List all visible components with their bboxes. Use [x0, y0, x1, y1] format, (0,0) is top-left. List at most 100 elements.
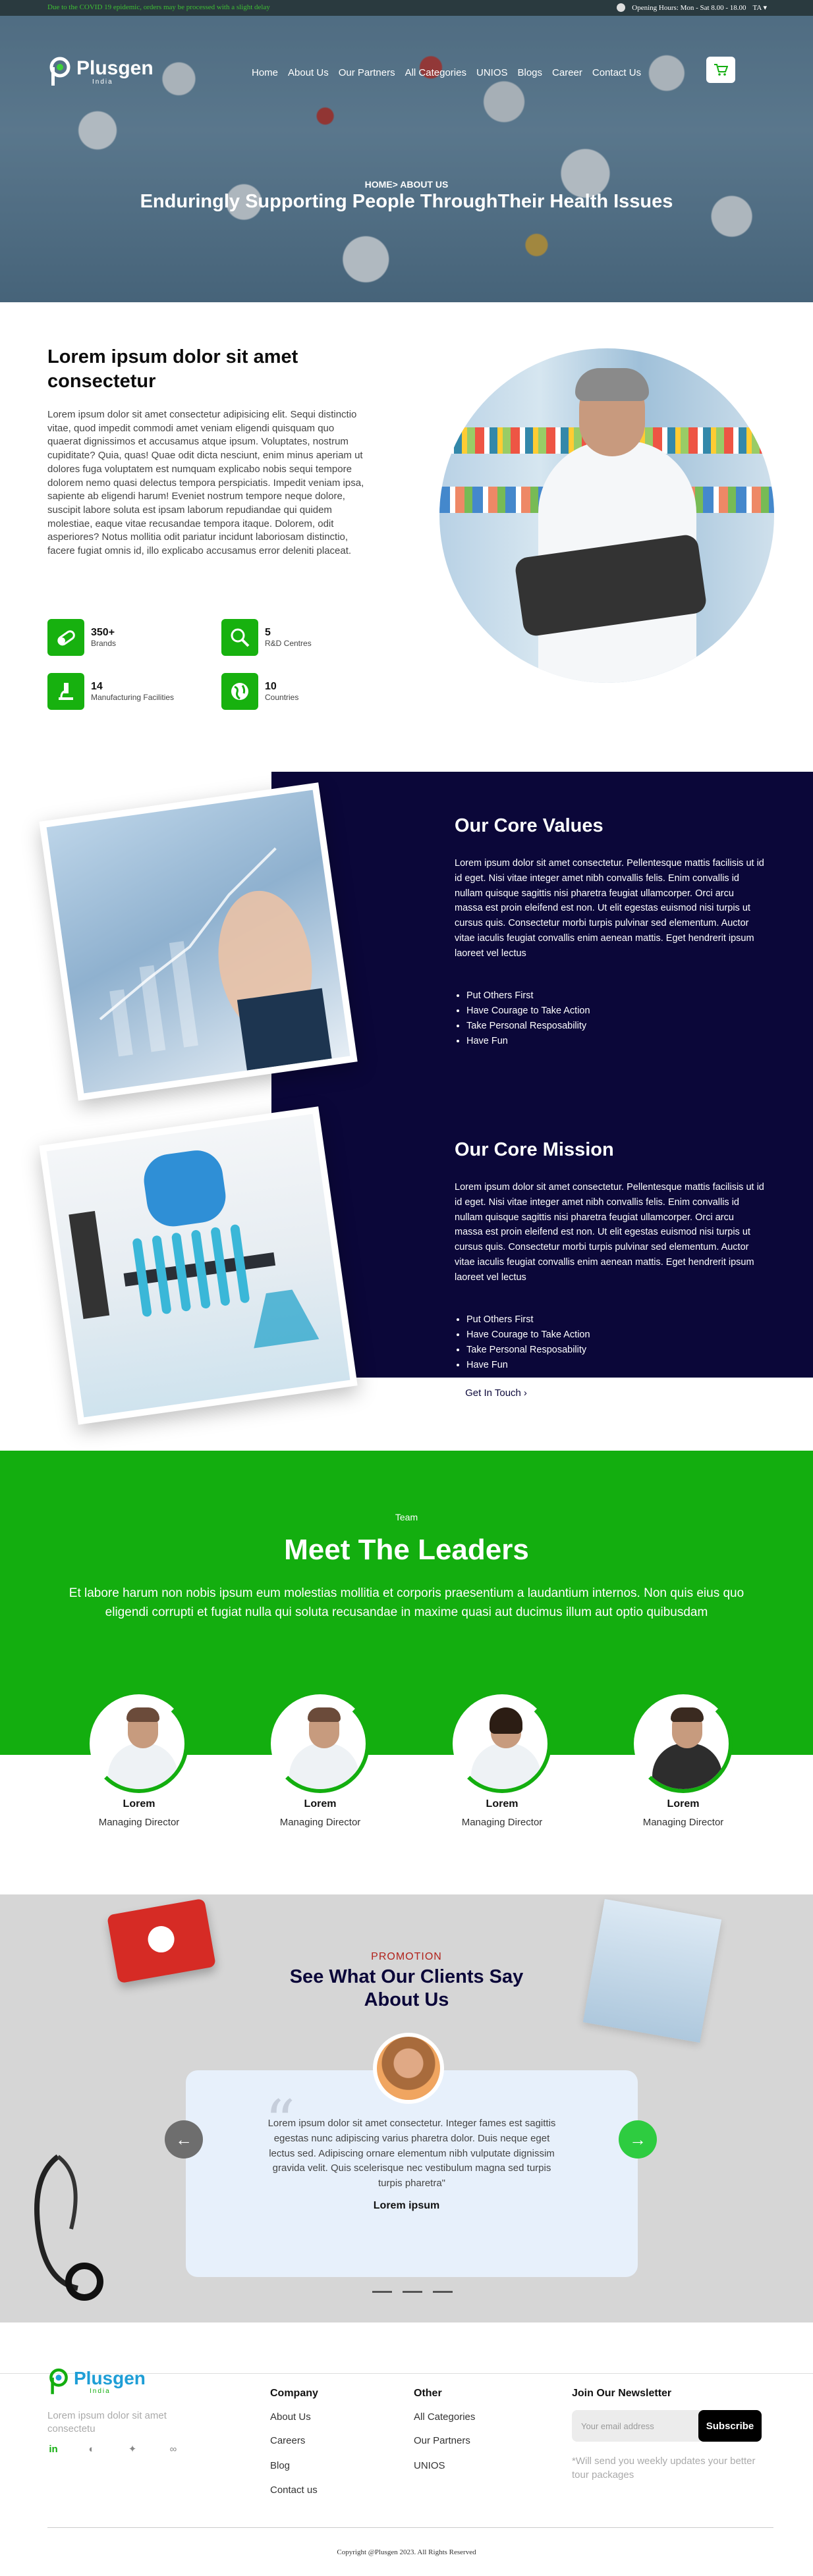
- nav-blogs[interactable]: Blogs: [518, 67, 543, 78]
- carousel-dot[interactable]: [433, 2291, 453, 2293]
- footer-link-categories[interactable]: All Categories: [414, 2411, 475, 2423]
- nav-contact[interactable]: Contact Us: [592, 67, 641, 78]
- copyright-divider: [47, 2527, 773, 2528]
- stethoscope-image: [34, 2154, 103, 2301]
- covid-notice: Due to the COVID 19 epidemic, orders may…: [47, 3, 270, 11]
- footer-link-contact[interactable]: Contact us: [270, 2484, 318, 2496]
- footer-link-about[interactable]: About Us: [270, 2411, 311, 2423]
- arrow-right-icon: →: [629, 2129, 646, 2149]
- team-member-photo: [634, 1694, 733, 1793]
- nav-career[interactable]: Career: [552, 67, 582, 78]
- team-member-card[interactable]: Lorem Managing Director: [267, 1694, 373, 1828]
- mission-list-item: Have Courage to Take Action: [466, 1328, 590, 1343]
- newsletter-note: *Will send you weekly updates your bette…: [572, 2455, 756, 2481]
- team-member-role: Managing Director: [98, 1817, 180, 1828]
- stat-manufacturing: 14 Manufacturing Facilities: [47, 673, 174, 710]
- team-member-role: Managing Director: [279, 1817, 361, 1828]
- mission-list-item: Have Fun: [466, 1358, 590, 1373]
- chevron-right-icon: ›: [523, 1387, 527, 1399]
- thumbs-up-person-image: [582, 1898, 722, 2043]
- team-member-role: Managing Director: [461, 1817, 543, 1828]
- team-title: Meet The Leaders: [284, 1534, 529, 1566]
- team-member-name: Lorem: [667, 1798, 700, 1810]
- logo[interactable]: Plusgen India: [47, 57, 154, 87]
- globe-icon: [221, 673, 258, 710]
- testimonial-author: Lorem ipsum: [373, 2200, 440, 2211]
- mission-list-item: Put Others First: [466, 1312, 590, 1328]
- team-member-name: Lorem: [486, 1798, 519, 1810]
- cart-button[interactable]: [706, 57, 735, 83]
- nav-unios[interactable]: UNIOS: [476, 67, 508, 78]
- stat-label: Manufacturing Facilities: [91, 693, 175, 702]
- footer-company-title: Company: [270, 2388, 318, 2399]
- opening-hours: Opening Hours: Mon - Sat 8.00 - 18.00 TA…: [617, 3, 767, 12]
- nav-partners[interactable]: Our Partners: [339, 67, 395, 78]
- team-member-card[interactable]: Lorem Managing Director: [86, 1694, 192, 1828]
- values-list: Put Others First Have Courage to Take Ac…: [466, 988, 590, 1049]
- stat-number: 350+: [91, 627, 115, 638]
- link-icon[interactable]: ∞: [167, 2443, 179, 2455]
- next-arrow-button[interactable]: →: [619, 2120, 657, 2159]
- team-member-card[interactable]: Lorem Managing Director: [631, 1694, 736, 1828]
- testimonial-text: Lorem ipsum dolor sit amet consectetur. …: [267, 2118, 556, 2189]
- logo-mark-icon: [49, 57, 70, 86]
- language-select[interactable]: TA ▾: [753, 3, 767, 12]
- get-in-touch-label: Get In Touch: [465, 1387, 521, 1399]
- twitter-icon[interactable]: ✦: [126, 2443, 138, 2455]
- team-member-name: Lorem: [123, 1798, 155, 1810]
- mission-text: Lorem ipsum dolor sit amet consectetur. …: [455, 1182, 764, 1283]
- previous-arrow-button[interactable]: ←: [165, 2120, 203, 2159]
- team-description: Et labore harum non nobis ipsum eum mole…: [69, 1586, 744, 1619]
- stat-brands: 350+ Brands: [47, 619, 116, 656]
- client-avatar: [373, 2033, 444, 2104]
- growth-chart-photo: [39, 782, 358, 1101]
- capsule-icon: [47, 619, 84, 656]
- stat-number: 14: [91, 681, 103, 692]
- newsletter-placeholder: Your email address: [581, 2421, 654, 2431]
- footer-logo[interactable]: Plusgen India: [47, 2368, 146, 2396]
- cart-icon: [714, 64, 728, 76]
- values-text: Lorem ipsum dolor sit amet consectetur. …: [455, 858, 764, 959]
- arrow-left-icon: ←: [175, 2129, 192, 2149]
- brand-sub: India: [92, 78, 113, 86]
- values-list-item: Have Courage to Take Action: [466, 1004, 590, 1019]
- carousel-dot[interactable]: [372, 2291, 392, 2293]
- hero-title: Enduringly Supporting People ThroughThei…: [140, 191, 673, 212]
- team-member-card[interactable]: Lorem Managing Director: [449, 1694, 555, 1828]
- nav-home[interactable]: Home: [252, 67, 278, 78]
- messenger-icon[interactable]: ◐: [86, 2443, 98, 2455]
- clock-icon: [617, 3, 626, 12]
- mission-list-item: Take Personal Resposability: [466, 1343, 590, 1358]
- mission-title: Our Core Mission: [455, 1139, 614, 1160]
- footer-about-text: Lorem ipsum dolor sit amet consectetu: [47, 2410, 167, 2434]
- get-in-touch-button[interactable]: Get In Touch ›: [455, 1379, 538, 1407]
- footer-brand-name: Plusgen: [74, 2367, 146, 2388]
- logo-mark-icon: [49, 2368, 68, 2394]
- stat-number: 5: [265, 627, 271, 638]
- team-member-photo: [271, 1694, 370, 1793]
- nav-categories[interactable]: All Categories: [405, 67, 466, 78]
- newsletter-email-input[interactable]: Your email address: [572, 2410, 700, 2442]
- nav-about[interactable]: About Us: [288, 67, 329, 78]
- values-list-item: Put Others First: [466, 988, 590, 1004]
- mission-list: Put Others First Have Courage to Take Ac…: [466, 1312, 590, 1373]
- carousel-dots: [372, 2291, 453, 2293]
- footer-newsletter-title: Join Our Newsletter: [572, 2388, 672, 2399]
- footer-other-title: Other: [414, 2388, 442, 2399]
- footer-link-partners[interactable]: Our Partners: [414, 2435, 470, 2446]
- team-member-photo: [90, 1694, 188, 1793]
- opening-hours-text: Opening Hours: Mon - Sat 8.00 - 18.00: [632, 3, 746, 12]
- research-icon: [221, 619, 258, 656]
- subscribe-button[interactable]: Subscribe: [698, 2410, 762, 2442]
- hero-banner: Plusgen India Home About Us Our Partners…: [0, 16, 813, 302]
- linkedin-icon[interactable]: in: [47, 2443, 59, 2455]
- breadcrumb: HOME> ABOUT US: [364, 179, 449, 190]
- footer-link-blog[interactable]: Blog: [270, 2460, 290, 2471]
- doctor-photo: [439, 348, 774, 683]
- brand-name: Plusgen: [76, 57, 154, 79]
- top-bar: Due to the COVID 19 epidemic, orders may…: [0, 0, 813, 16]
- footer-link-careers[interactable]: Careers: [270, 2435, 305, 2446]
- carousel-dot[interactable]: [403, 2291, 422, 2293]
- footer-link-unios[interactable]: UNIOS: [414, 2460, 445, 2471]
- stat-label: R&D Centres: [265, 639, 312, 648]
